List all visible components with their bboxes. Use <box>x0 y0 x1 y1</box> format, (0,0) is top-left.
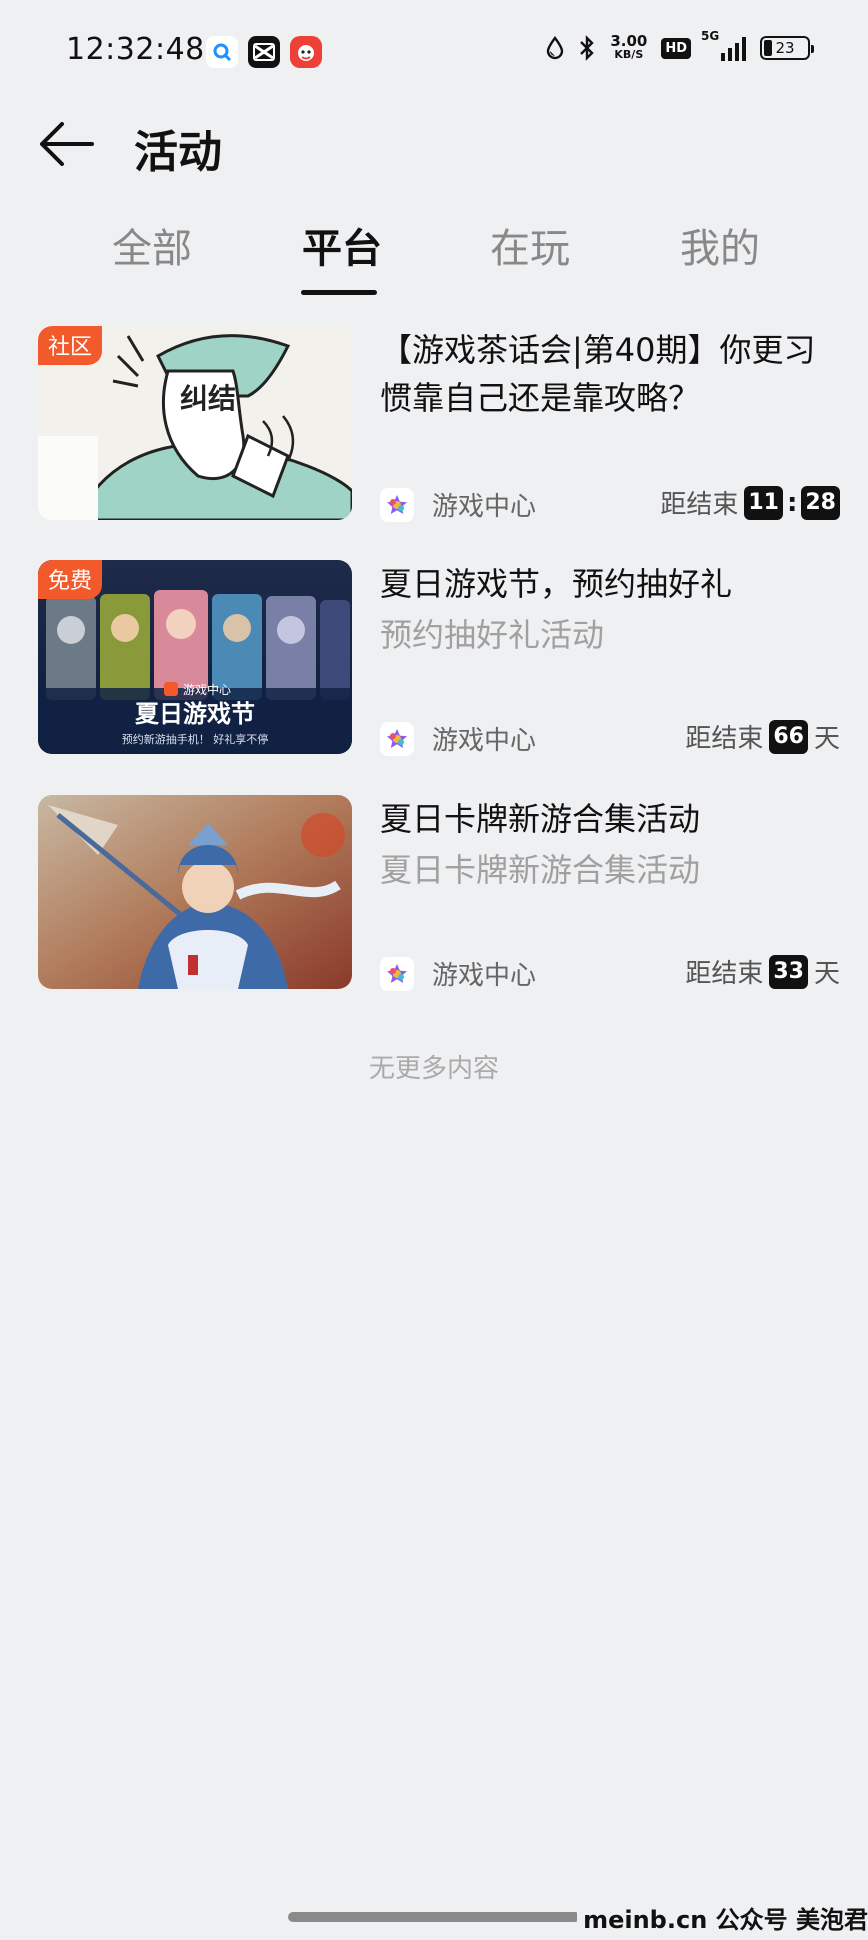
mascot-app-icon <box>290 36 322 68</box>
source-name: 游戏中心 <box>432 492 537 522</box>
no-more-content: 无更多内容 <box>368 1054 499 1084</box>
activity-card[interactable]: 纠结 社区 【游戏茶话会|第40期】你更习惯靠自己还是靠攻略？ 游戏中心 距结束… <box>38 326 840 523</box>
deadline-label: 距结束 <box>685 724 764 754</box>
watermark: meinb.cn 公众号 美泡君 <box>577 1900 868 1935</box>
arrow-left-icon <box>40 122 94 166</box>
game-center-icon <box>380 956 414 991</box>
activity-thumbnail <box>38 795 352 989</box>
source-name: 游戏中心 <box>432 961 537 991</box>
source-name: 游戏中心 <box>432 726 537 756</box>
countdown: 距结束 66 天 <box>685 718 840 755</box>
battery-level: 23 <box>775 39 795 57</box>
countdown-separator: : <box>786 487 798 518</box>
activity-source: 游戏中心 <box>380 955 536 992</box>
tab-mine[interactable]: 我的 <box>680 216 760 274</box>
deadline-label: 距结束 <box>685 959 764 989</box>
battery-icon: 23 <box>760 36 814 60</box>
deadline-unit: 天 <box>813 724 840 754</box>
countdown-minutes: 28 <box>801 485 840 520</box>
thumb-title: 夏日游戏节 <box>135 700 255 728</box>
activity-title: 夏日卡牌新游合集活动 <box>380 800 701 838</box>
badge-community: 社区 <box>38 326 103 365</box>
countdown-days: 66 <box>769 719 808 754</box>
activity-title: 夏日游戏节，预约抽好礼 <box>380 565 733 603</box>
countdown-days: 33 <box>769 954 808 989</box>
tab-playing[interactable]: 在玩 <box>490 216 570 274</box>
badge-free: 免费 <box>38 560 103 599</box>
activity-subtitle: 夏日卡牌新游合集活动 <box>380 851 701 889</box>
active-tab-indicator <box>301 290 377 295</box>
speed-unit: KB/S <box>614 48 644 61</box>
game-center-icon <box>380 721 414 756</box>
activity-source: 游戏中心 <box>380 486 536 523</box>
deadline-label: 距结束 <box>660 490 739 520</box>
notification-icons <box>206 36 322 68</box>
hd-badge: HD <box>661 37 691 59</box>
drop-icon <box>547 36 564 60</box>
home-indicator[interactable] <box>288 1912 580 1922</box>
thumb-logo: 游戏中心 <box>183 682 231 697</box>
tab-bar: 全部 平台 在玩 我的 <box>0 216 868 300</box>
status-bar: 12:32:48 3.00 KB/S HD 5G 23 <box>0 0 868 104</box>
system-icons: 3.00 KB/S HD 5G 23 <box>546 29 814 62</box>
activity-title: 【游戏茶话会|第40期】你更习惯靠自己还是靠攻略？ <box>380 331 816 417</box>
activity-thumbnail: 纠结 社区 <box>38 326 352 520</box>
status-time: 12:32:48 <box>66 32 205 67</box>
countdown-hours: 11 <box>744 485 783 520</box>
activity-card[interactable]: 夏日卡牌新游合集活动 夏日卡牌新游合集活动 游戏中心 距结束 33 天 <box>38 795 840 992</box>
bluetooth-icon <box>580 35 595 61</box>
signal-icon: 5G <box>701 29 746 61</box>
network-speed: 3.00 KB/S <box>610 34 647 62</box>
tab-platform[interactable]: 平台 <box>302 216 382 274</box>
thumb-text: 纠结 <box>180 382 236 415</box>
speed-value: 3.00 <box>610 32 648 50</box>
game-center-icon <box>380 487 414 522</box>
tab-all[interactable]: 全部 <box>112 216 192 274</box>
network-type: 5G <box>701 29 720 43</box>
back-button[interactable] <box>36 116 96 172</box>
activity-card[interactable]: 游戏中心 夏日游戏节 预约新游抽手机！ 好礼享不停 免费 夏日游戏节，预约抽好礼… <box>38 560 840 757</box>
deadline-unit: 天 <box>813 959 840 989</box>
countdown: 距结束 33 天 <box>685 953 840 990</box>
capcut-app-icon <box>248 36 280 68</box>
activity-subtitle: 预约抽好礼活动 <box>380 616 605 654</box>
countdown: 距结束 11 : 28 <box>660 484 840 521</box>
activity-source: 游戏中心 <box>380 720 536 757</box>
page-title: 活动 <box>134 127 222 178</box>
header: 活动 <box>0 104 868 204</box>
thumb-caption: 预约新游抽手机！ 好礼享不停 <box>122 732 269 746</box>
activity-thumbnail: 游戏中心 夏日游戏节 预约新游抽手机！ 好礼享不停 免费 <box>38 560 352 754</box>
search-app-icon <box>206 36 238 68</box>
